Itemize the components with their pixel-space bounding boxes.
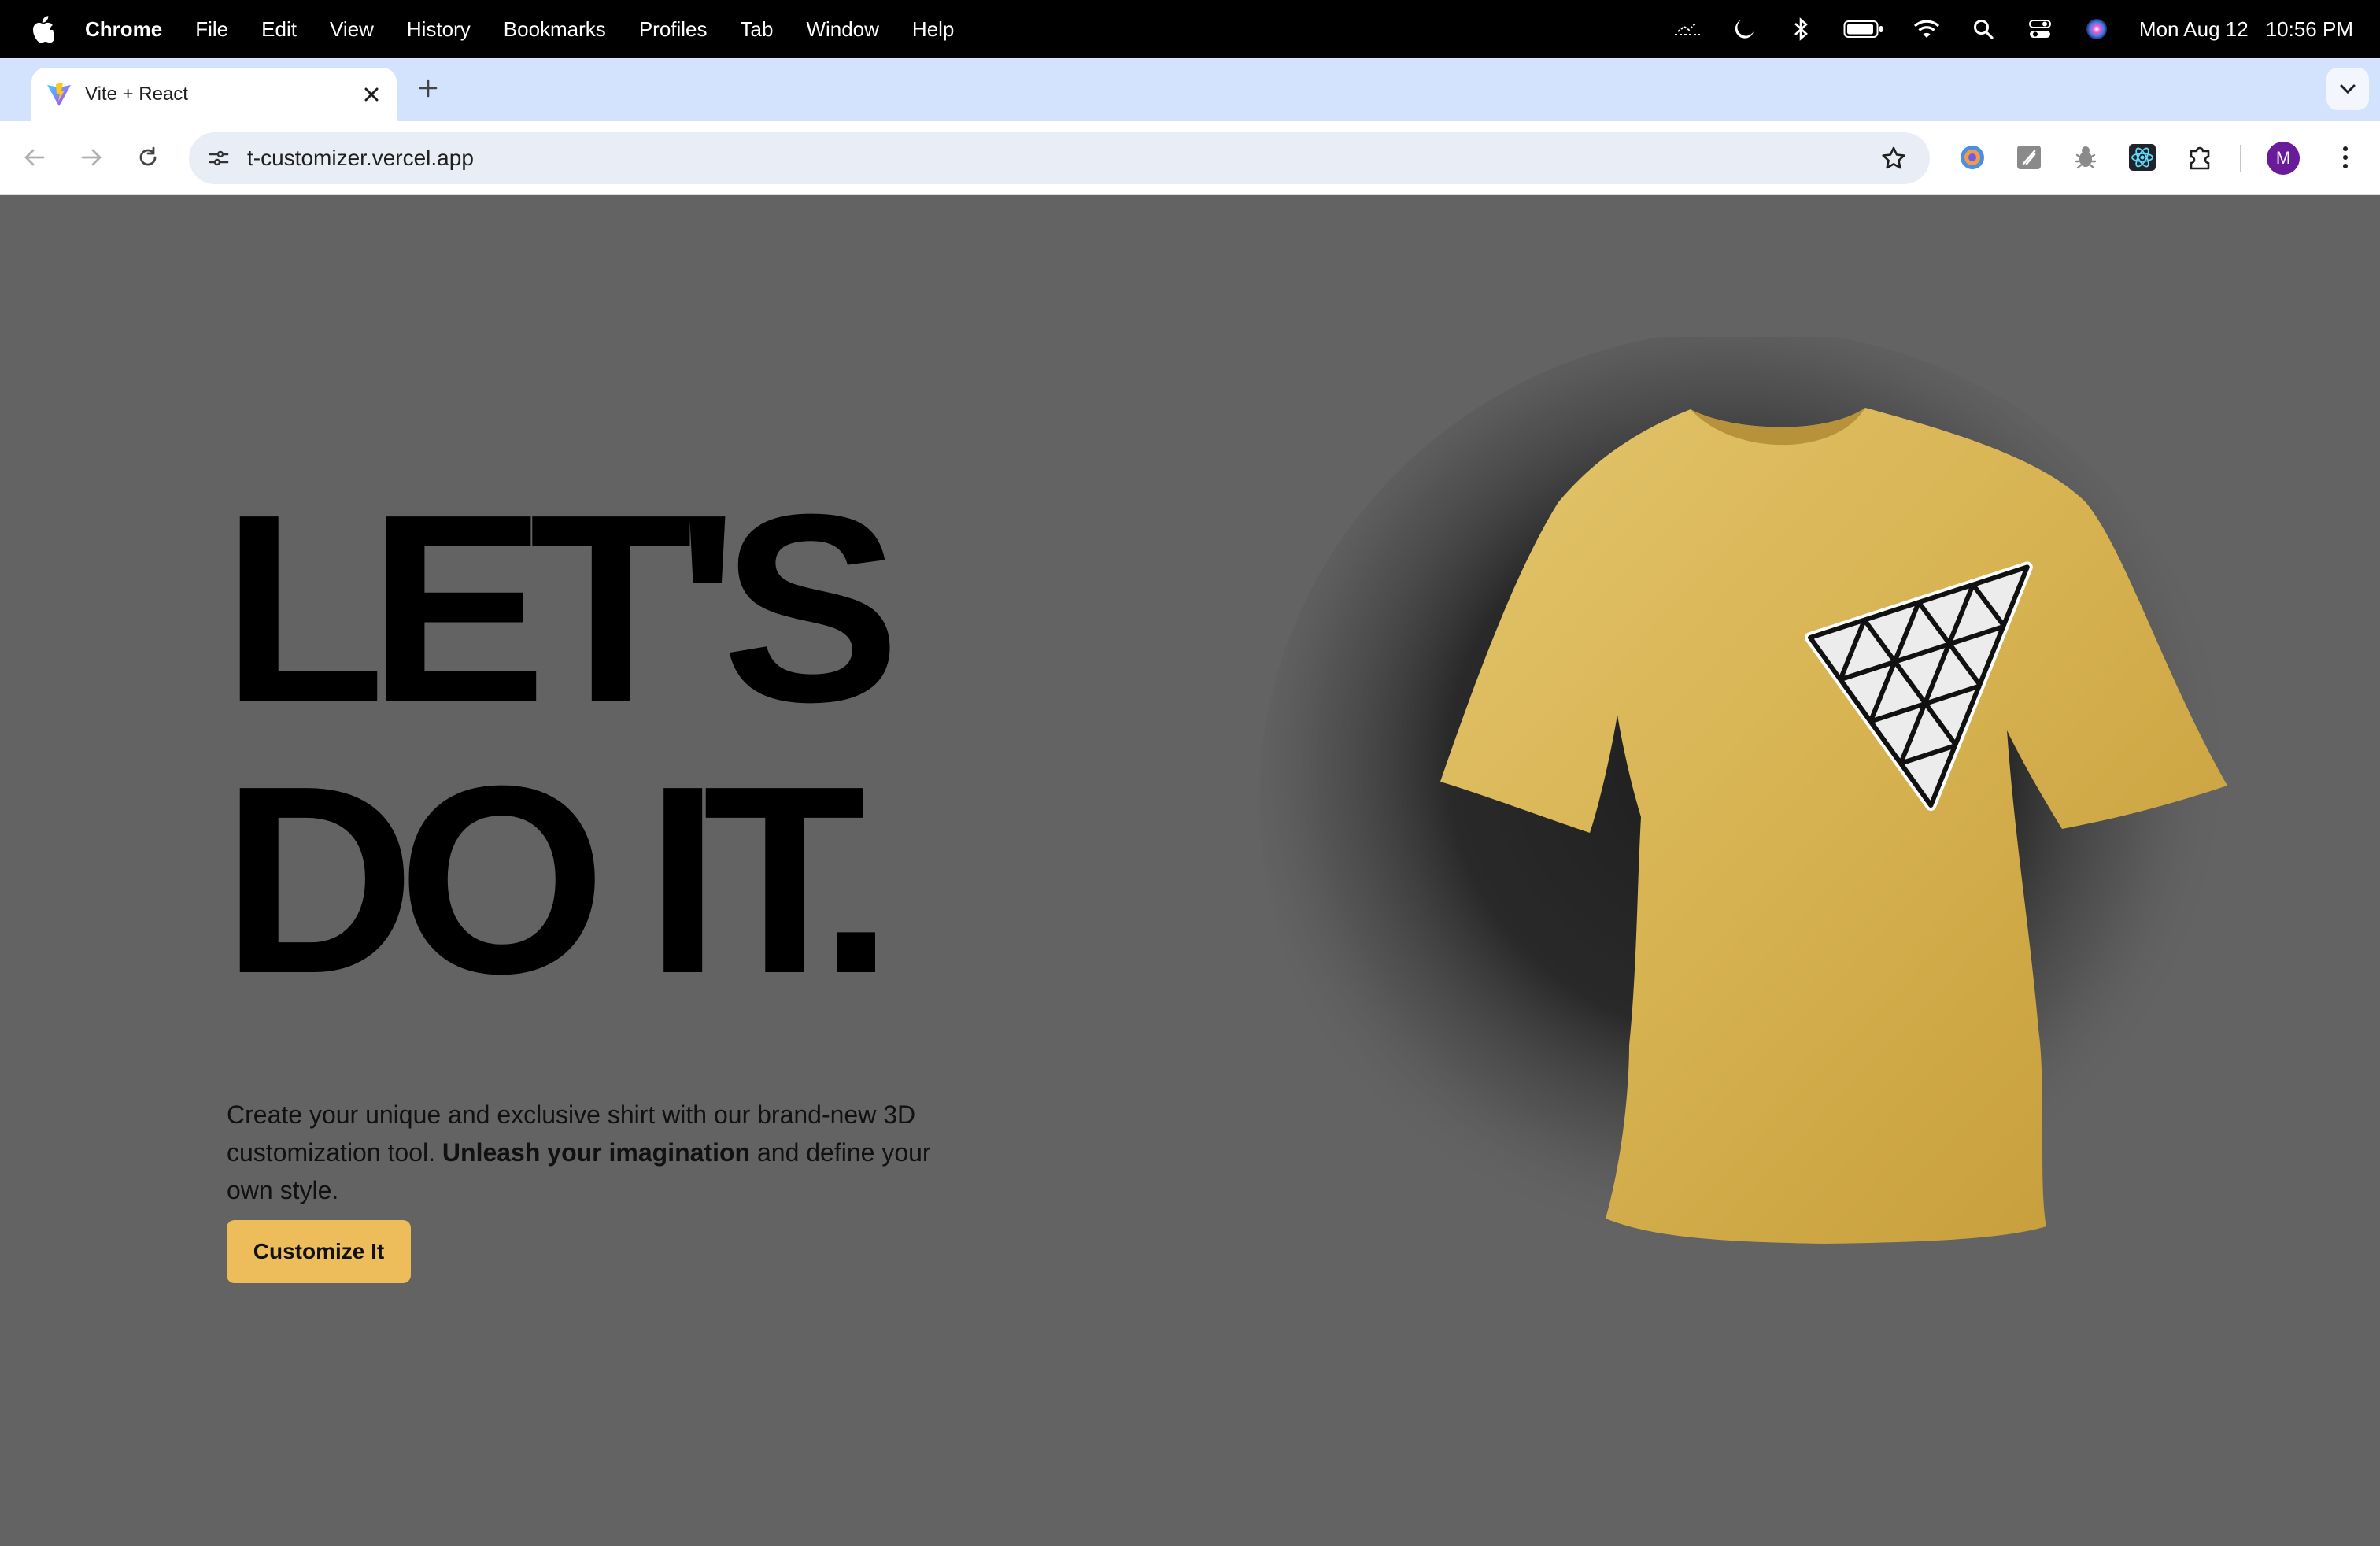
- menubar-date[interactable]: Mon Aug 12: [2139, 17, 2249, 42]
- bug-extension-icon[interactable]: [2070, 142, 2101, 173]
- toolbar-separator: [2240, 145, 2241, 172]
- react-devtools-icon[interactable]: [2127, 142, 2158, 173]
- color-extension-icon[interactable]: [1957, 142, 1988, 173]
- hero-description: Create your unique and exclusive shirt w…: [227, 1096, 935, 1209]
- customize-it-button[interactable]: Customize It: [227, 1220, 411, 1283]
- browser-tab[interactable]: Vite + React: [31, 68, 397, 121]
- control-center-icon[interactable]: [2026, 15, 2054, 43]
- menu-tab[interactable]: Tab: [741, 17, 774, 42]
- tab-search-icon[interactable]: [2326, 68, 2369, 110]
- menubar-time[interactable]: 10:56 PM: [2266, 17, 2353, 42]
- description-emphasis: Unleash your imagination: [442, 1138, 751, 1167]
- site-settings-icon[interactable]: [203, 142, 235, 174]
- kebab-menu-icon[interactable]: [2330, 142, 2361, 173]
- hero-title-line-2: DO IT.: [222, 730, 893, 1030]
- activity-icon[interactable]: [1673, 15, 1702, 43]
- profile-avatar[interactable]: M: [2267, 142, 2300, 175]
- puzzle-icon[interactable]: [2185, 142, 2216, 173]
- menu-app-name[interactable]: Chrome: [85, 17, 162, 42]
- siri-icon[interactable]: [2082, 15, 2111, 43]
- url-text[interactable]: t-customizer.vercel.app: [247, 146, 474, 171]
- bluetooth-icon[interactable]: [1787, 15, 1815, 43]
- hero-title-line-1: LET'S: [222, 459, 900, 758]
- tshirt-3d-model[interactable]: [1228, 329, 2330, 1439]
- address-bar[interactable]: t-customizer.vercel.app: [189, 132, 1930, 184]
- menu-file[interactable]: File: [195, 17, 228, 42]
- close-tab-icon[interactable]: [360, 83, 382, 105]
- menu-history[interactable]: History: [407, 17, 471, 42]
- vite-logo-icon: [46, 81, 72, 108]
- moon-icon[interactable]: [1730, 15, 1758, 43]
- search-icon[interactable]: [1969, 15, 1998, 43]
- wifi-icon[interactable]: [1913, 15, 1941, 43]
- menu-view[interactable]: View: [330, 17, 374, 42]
- page-content: LET'S DO IT. Create your unique and excl…: [0, 195, 2380, 1546]
- menu-window[interactable]: Window: [806, 17, 878, 42]
- menu-help[interactable]: Help: [912, 17, 954, 42]
- bookmark-star-icon[interactable]: [1879, 144, 1908, 172]
- battery-icon[interactable]: [1843, 15, 1884, 43]
- forward-icon[interactable]: [74, 140, 109, 175]
- back-icon[interactable]: [17, 140, 52, 175]
- reload-icon[interactable]: [131, 140, 165, 175]
- tab-strip: Vite + React: [0, 58, 2380, 121]
- menu-bookmarks[interactable]: Bookmarks: [504, 17, 606, 42]
- menu-edit[interactable]: Edit: [261, 17, 297, 42]
- notes-extension-icon[interactable]: [2013, 142, 2045, 173]
- menu-bar: Chrome File Edit View History Bookmarks …: [0, 0, 2380, 58]
- menu-profiles[interactable]: Profiles: [639, 17, 708, 42]
- new-tab-icon[interactable]: [412, 72, 444, 104]
- tab-title: Vite + React: [85, 83, 188, 105]
- browser-toolbar: t-customizer.vercel.app M: [0, 121, 2380, 195]
- apple-menu-icon[interactable]: [30, 15, 55, 43]
